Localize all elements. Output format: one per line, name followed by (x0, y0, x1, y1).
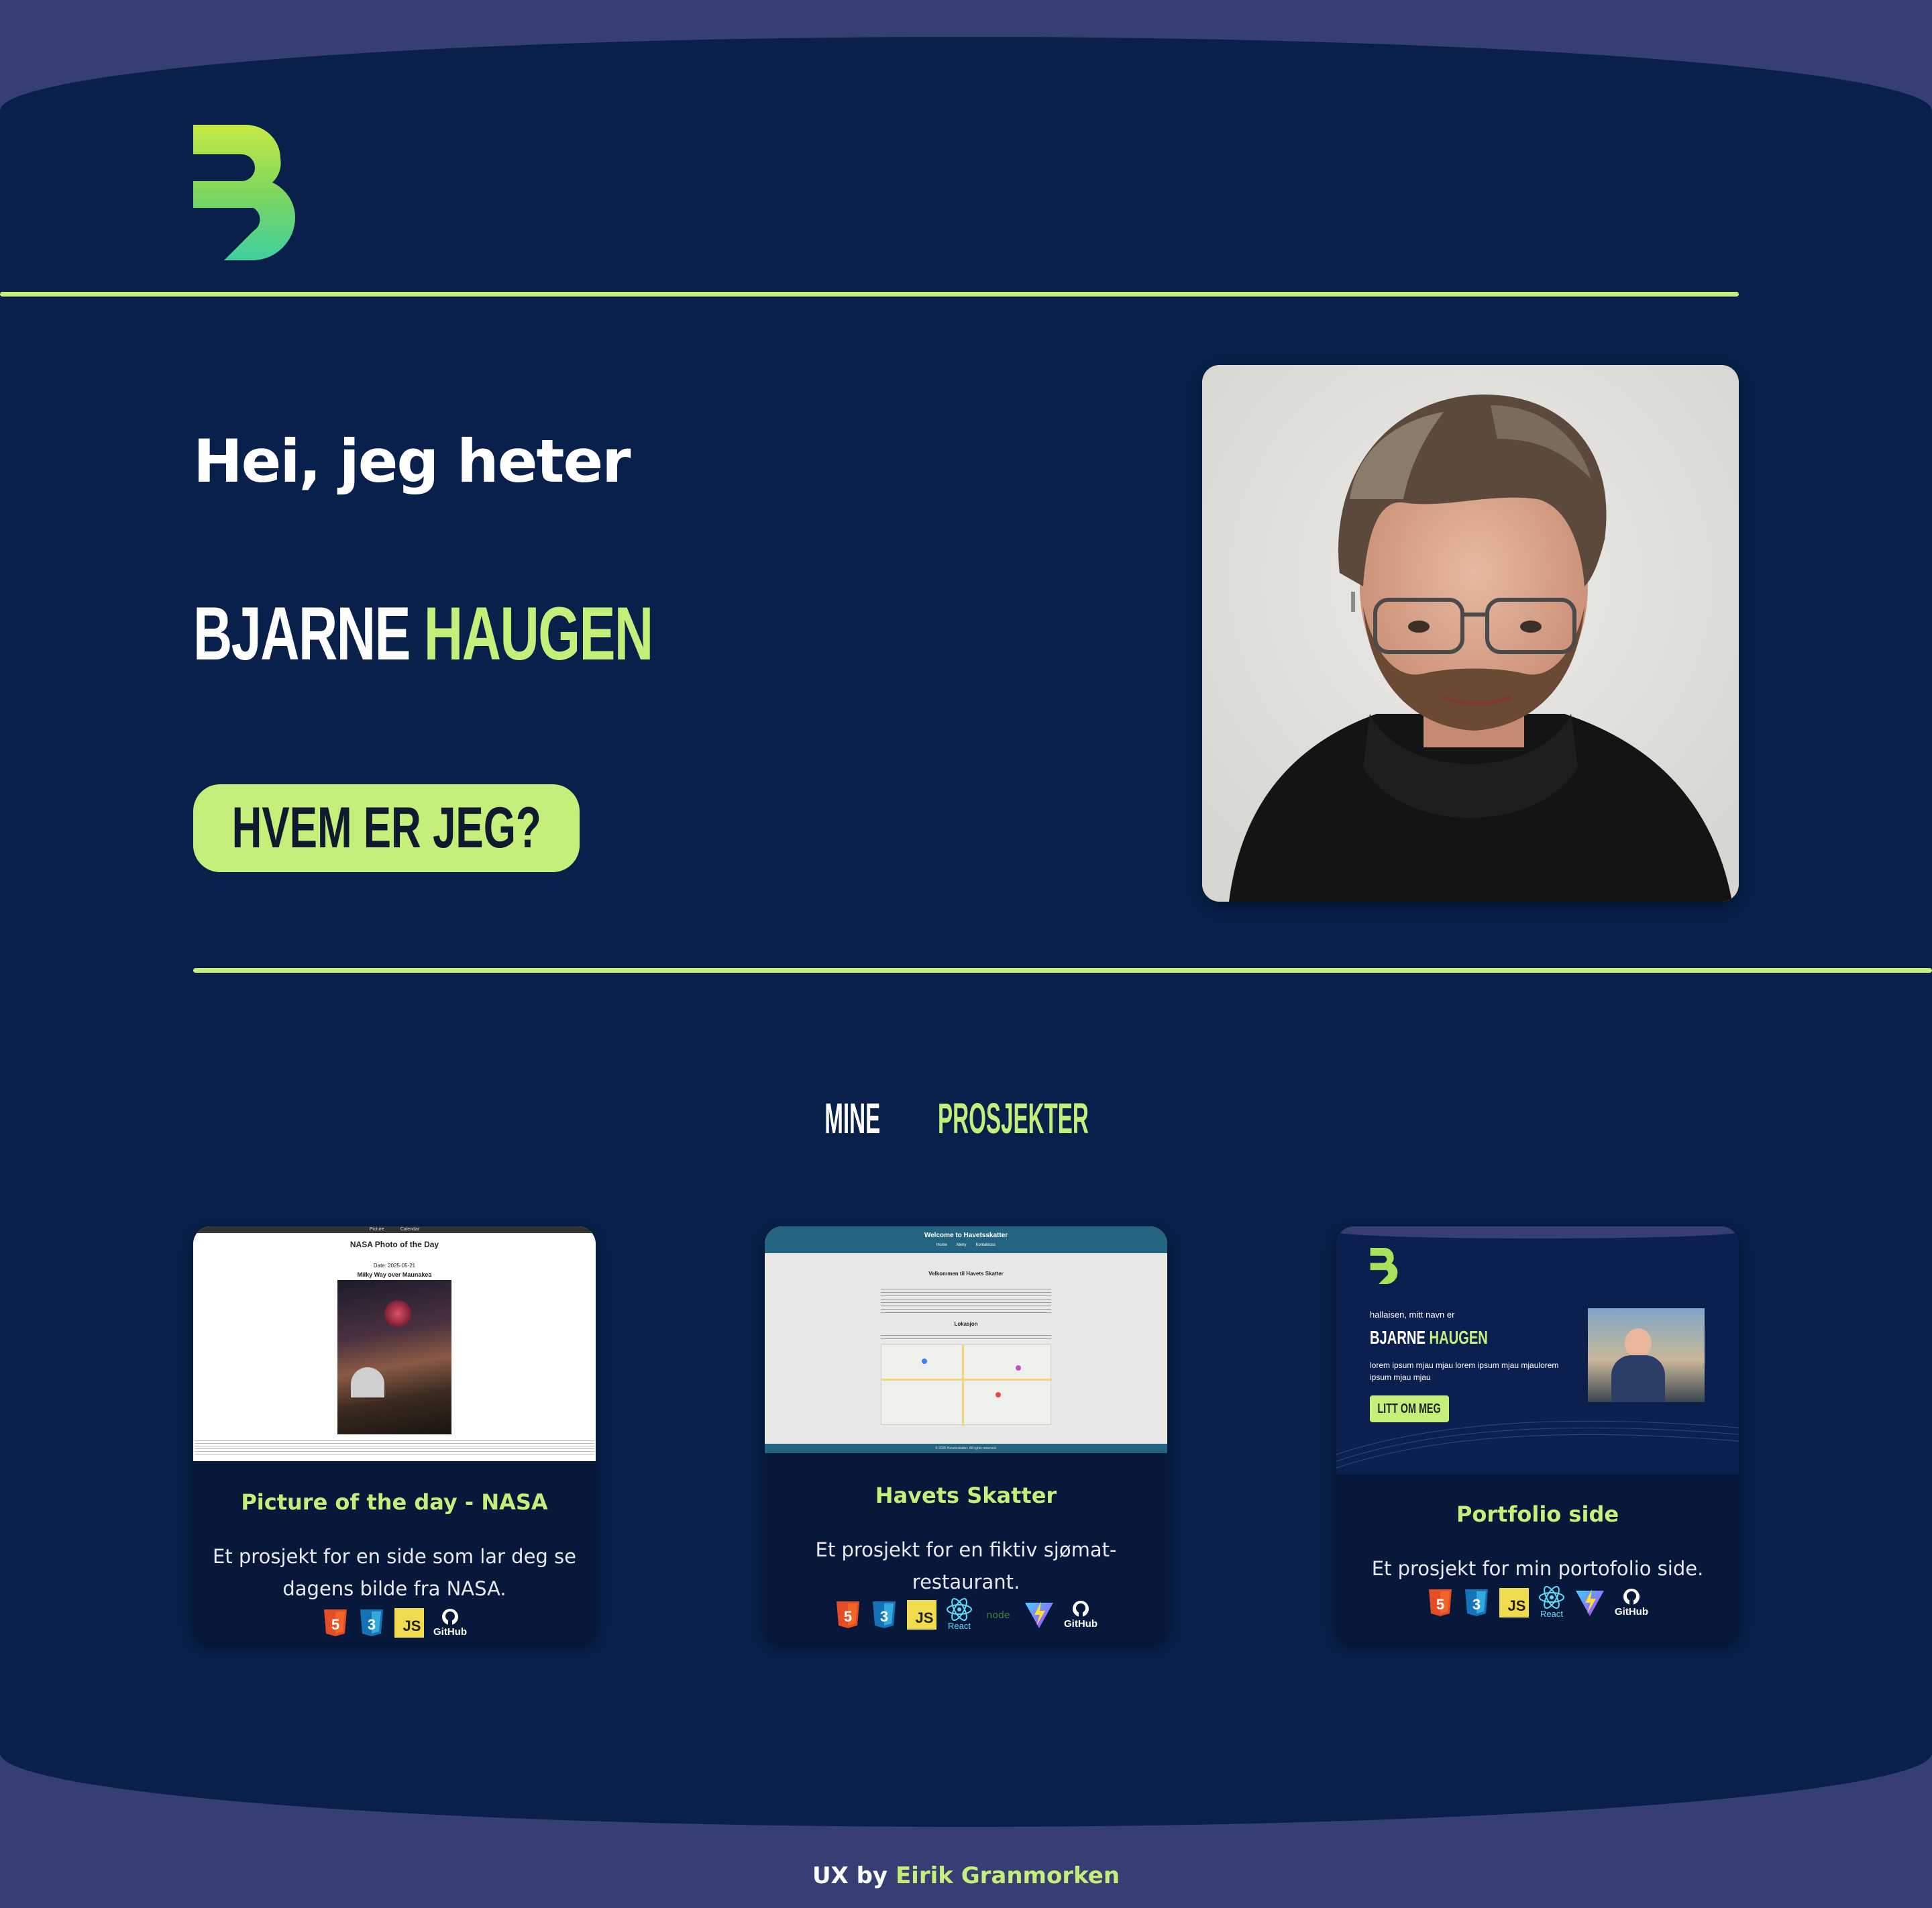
svg-text:3: 3 (880, 1608, 888, 1625)
thumb-location: Lokasjon (954, 1321, 978, 1327)
project-description: Et prosjekt for en fiktiv sjømat-restaur… (815, 1538, 1117, 1593)
project-card-nasa[interactable]: Picture Calendar NASA Photo of the Day D… (193, 1226, 596, 1642)
project-card-havets-skatter[interactable]: Welcome to Havetsskatter Home Meny Konta… (765, 1226, 1167, 1642)
vite-icon (1576, 1589, 1604, 1616)
react-icon: React (946, 1598, 973, 1631)
thumb-nav-picture: Picture (369, 1227, 384, 1232)
html5-icon: 5 (1429, 1589, 1452, 1616)
tech-stack: 5 3 JS React GitHub (1336, 1586, 1739, 1619)
tech-stack: 5 3 JS GitHub (193, 1607, 596, 1638)
project-title: Picture of the day - NASA (241, 1489, 548, 1515)
thumb-footer: © 2025 Havetsskatter. All rights reserve… (765, 1444, 1167, 1453)
svg-text:3: 3 (1472, 1596, 1481, 1613)
footer-author-link[interactable]: Eirik Granmorken (896, 1862, 1120, 1889)
svg-text:node: node (987, 1610, 1010, 1621)
thumb-map (881, 1344, 1052, 1426)
svg-text:3: 3 (368, 1616, 376, 1633)
css3-icon: 3 (360, 1609, 383, 1636)
project-description: Et prosjekt for min portofolio side. (1371, 1557, 1704, 1580)
who-am-i-label: HVEM ER JEG? (231, 796, 541, 860)
js-icon: JS (1499, 1587, 1529, 1618)
profile-photo (1202, 365, 1739, 902)
footer-credit: UX by Eirik Granmorken (0, 1862, 1932, 1889)
thumb-heading: NASA Photo of the Day (350, 1240, 439, 1249)
hero-last-name: HAUGEN (423, 592, 653, 676)
thumb-photo (1588, 1308, 1705, 1402)
react-icon: React (1538, 1586, 1565, 1619)
svg-text:5: 5 (1436, 1596, 1444, 1613)
github-icon: GitHub (1615, 1587, 1648, 1618)
project-description: Et prosjekt for en side som lar deg se d… (212, 1545, 577, 1600)
hero-name: BJARNE HAUGEN (193, 590, 653, 677)
project-thumbnail-nasa: Picture Calendar NASA Photo of the Day D… (193, 1226, 596, 1461)
css3-icon: 3 (1465, 1589, 1488, 1616)
project-title: Havets Skatter (875, 1483, 1057, 1508)
thumb-heading: Velkommen til Havets Skatter (928, 1271, 1004, 1277)
hero-first-name: BJARNE (193, 592, 411, 676)
footer-prefix: UX by (812, 1862, 888, 1889)
js-icon: JS (907, 1599, 936, 1630)
project-card-portfolio[interactable]: hallaisen, mitt navn er BJARNE HAUGEN lo… (1336, 1226, 1739, 1642)
projects-heading: MINE PROSJEKTER (0, 1094, 1932, 1143)
divider-top (0, 292, 1739, 297)
thumb-header: Welcome to Havetsskatter Home Meny Konta… (765, 1226, 1167, 1253)
thumb-photo-title: Milky Way over Maunakea (357, 1271, 432, 1278)
projects-heading-part2: PROSJEKTER (937, 1094, 1089, 1143)
github-icon: GitHub (1064, 1599, 1097, 1630)
node-icon: node (987, 1610, 1010, 1621)
project-title: Portfolio side (1456, 1501, 1619, 1527)
who-am-i-button[interactable]: HVEM ER JEG? (193, 784, 580, 872)
thumb-date: Date: 2025-05-21 (373, 1263, 416, 1269)
thumb-nav-calendar: Calendar (400, 1227, 420, 1232)
js-icon: JS (394, 1607, 424, 1638)
hero-greeting: Hei, jeg heter (193, 427, 631, 496)
css3-icon: 3 (873, 1601, 896, 1628)
thumb-name: BJARNE HAUGEN (1370, 1327, 1488, 1348)
thumb-text: lorem ipsum mjau mjau lorem ipsum mjau m… (1370, 1361, 1559, 1382)
thumb-photo (337, 1280, 451, 1434)
tech-stack: 5 3 JS React node GitHub (765, 1598, 1167, 1631)
github-icon: GitHub (433, 1607, 467, 1638)
divider-middle (193, 968, 1932, 973)
svg-text:5: 5 (331, 1616, 339, 1633)
html5-icon: 5 (837, 1601, 859, 1628)
thumb-wave-decoration (1336, 1420, 1739, 1469)
project-thumbnail-portfolio: hallaisen, mitt navn er BJARNE HAUGEN lo… (1336, 1226, 1739, 1475)
project-thumbnail-havets-skatter: Welcome to Havetsskatter Home Meny Konta… (765, 1226, 1167, 1453)
thumb-logo-icon (1370, 1248, 1398, 1284)
logo-icon[interactable] (193, 125, 295, 260)
html5-icon: 5 (324, 1609, 347, 1636)
thumb-greeting: hallaisen, mitt navn er (1370, 1310, 1455, 1320)
projects-heading-part1: MINE (824, 1094, 881, 1143)
vite-icon (1025, 1601, 1053, 1628)
svg-text:5: 5 (844, 1608, 852, 1625)
